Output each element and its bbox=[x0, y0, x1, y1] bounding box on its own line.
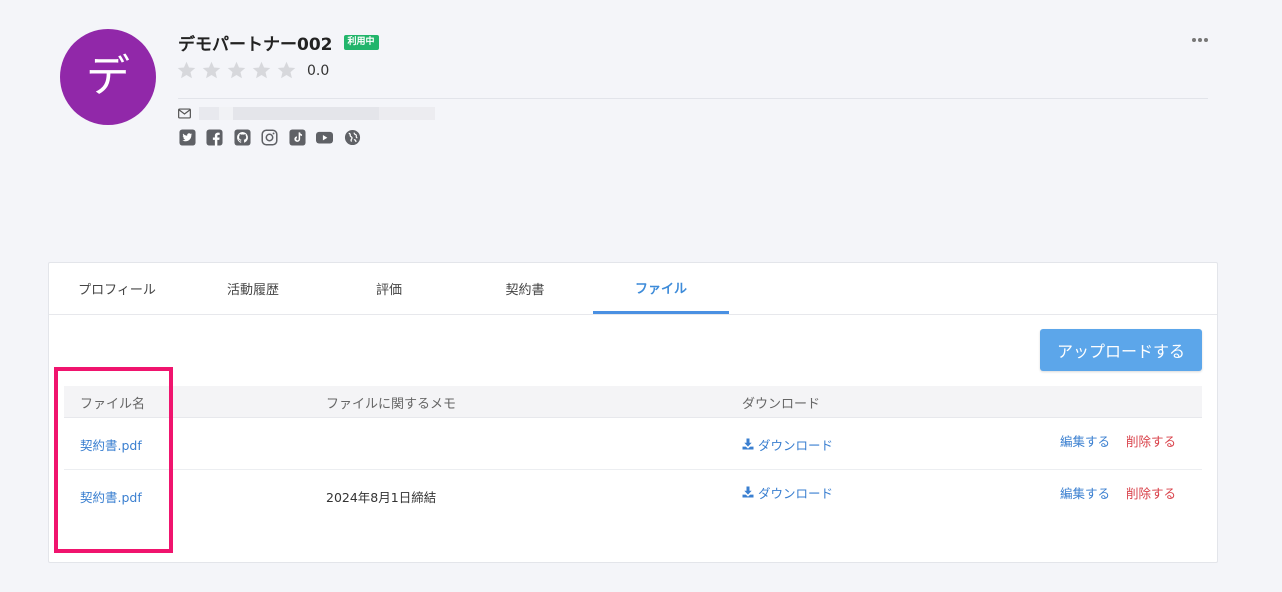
status-badge: 利用中 bbox=[343, 35, 379, 50]
download-link[interactable]: ダウンロード bbox=[742, 470, 833, 514]
github-icon[interactable] bbox=[233, 128, 251, 146]
file-name-link[interactable]: 契約書.pdf bbox=[80, 470, 142, 522]
social-links bbox=[178, 128, 371, 146]
tab-label: 評価 bbox=[375, 283, 402, 298]
tab-files[interactable]: ファイル bbox=[593, 263, 729, 314]
edit-link[interactable]: 編集する bbox=[1060, 470, 1110, 514]
rating-value: 0.0 bbox=[307, 62, 330, 79]
partner-name: デモパートナー002 bbox=[178, 35, 333, 55]
file-name-link[interactable]: 契約書.pdf bbox=[80, 418, 142, 470]
tab-label: ファイル bbox=[634, 281, 687, 297]
tab-reviews[interactable]: 評価 bbox=[321, 263, 457, 314]
envelope-icon bbox=[178, 108, 191, 119]
files-table: ファイル名 ファイルに関するメモ ダウンロード 契約書.pdf ダウンロード 編… bbox=[64, 386, 1202, 522]
more-dot bbox=[1192, 38, 1196, 42]
header-memo: ファイルに関するメモ bbox=[326, 396, 457, 412]
star-icon bbox=[177, 61, 196, 79]
tab-bar: プロフィール 活動履歴 評価 契約書 ファイル bbox=[49, 263, 1217, 315]
header-file-name: ファイル名 bbox=[80, 396, 146, 412]
instagram-icon[interactable] bbox=[261, 128, 279, 146]
download-label: ダウンロード bbox=[758, 485, 834, 501]
star-icon bbox=[277, 61, 296, 79]
content-card: プロフィール 活動履歴 評価 契約書 ファイル アップロードする ファイル名 フ… bbox=[48, 262, 1218, 563]
download-icon bbox=[742, 438, 754, 450]
download-link[interactable]: ダウンロード bbox=[742, 418, 833, 470]
rating: 0.0 bbox=[176, 60, 329, 81]
avatar: デ bbox=[60, 29, 156, 125]
email-row bbox=[178, 107, 435, 120]
tab-contracts[interactable]: 契約書 bbox=[457, 263, 593, 314]
download-label: ダウンロード bbox=[758, 437, 834, 453]
website-icon[interactable] bbox=[343, 128, 361, 146]
more-options-button[interactable] bbox=[1188, 32, 1212, 48]
name-row: デモパートナー002 利用中 bbox=[178, 30, 379, 55]
table-row: 契約書.pdf 2024年8月1日締結 ダウンロード 編集する 削除する bbox=[64, 470, 1202, 522]
email-redacted bbox=[199, 107, 435, 120]
tab-activity-history[interactable]: 活動履歴 bbox=[185, 263, 321, 314]
star-icon bbox=[227, 61, 246, 79]
youtube-icon[interactable] bbox=[316, 128, 334, 146]
delete-link[interactable]: 削除する bbox=[1126, 470, 1176, 514]
tab-profile[interactable]: プロフィール bbox=[49, 263, 185, 314]
download-icon bbox=[742, 486, 754, 498]
page: デ デモパートナー002 利用中 0.0 プロフィール 活動履歴 評価 契約書 … bbox=[0, 0, 1282, 592]
avatar-initial: デ bbox=[86, 51, 130, 102]
tab-label: プロフィール bbox=[78, 283, 156, 298]
star-icon bbox=[252, 61, 271, 79]
table-row: 契約書.pdf ダウンロード 編集する 削除する bbox=[64, 418, 1202, 470]
facebook-icon[interactable] bbox=[206, 128, 224, 146]
twitter-icon[interactable] bbox=[178, 128, 196, 146]
header-download: ダウンロード bbox=[742, 396, 821, 412]
more-dot bbox=[1198, 38, 1202, 42]
tab-label: 契約書 bbox=[505, 283, 545, 298]
divider bbox=[178, 98, 1208, 99]
file-memo: 2024年8月1日締結 bbox=[326, 489, 437, 505]
tiktok-icon[interactable] bbox=[288, 128, 306, 146]
table-header: ファイル名 ファイルに関するメモ ダウンロード bbox=[64, 386, 1202, 418]
upload-button[interactable]: アップロードする bbox=[1040, 329, 1202, 371]
edit-link[interactable]: 編集する bbox=[1060, 418, 1110, 462]
more-dot bbox=[1204, 38, 1208, 42]
star-icon bbox=[202, 61, 221, 79]
delete-link[interactable]: 削除する bbox=[1126, 418, 1176, 462]
tab-label: 活動履歴 bbox=[226, 283, 279, 298]
